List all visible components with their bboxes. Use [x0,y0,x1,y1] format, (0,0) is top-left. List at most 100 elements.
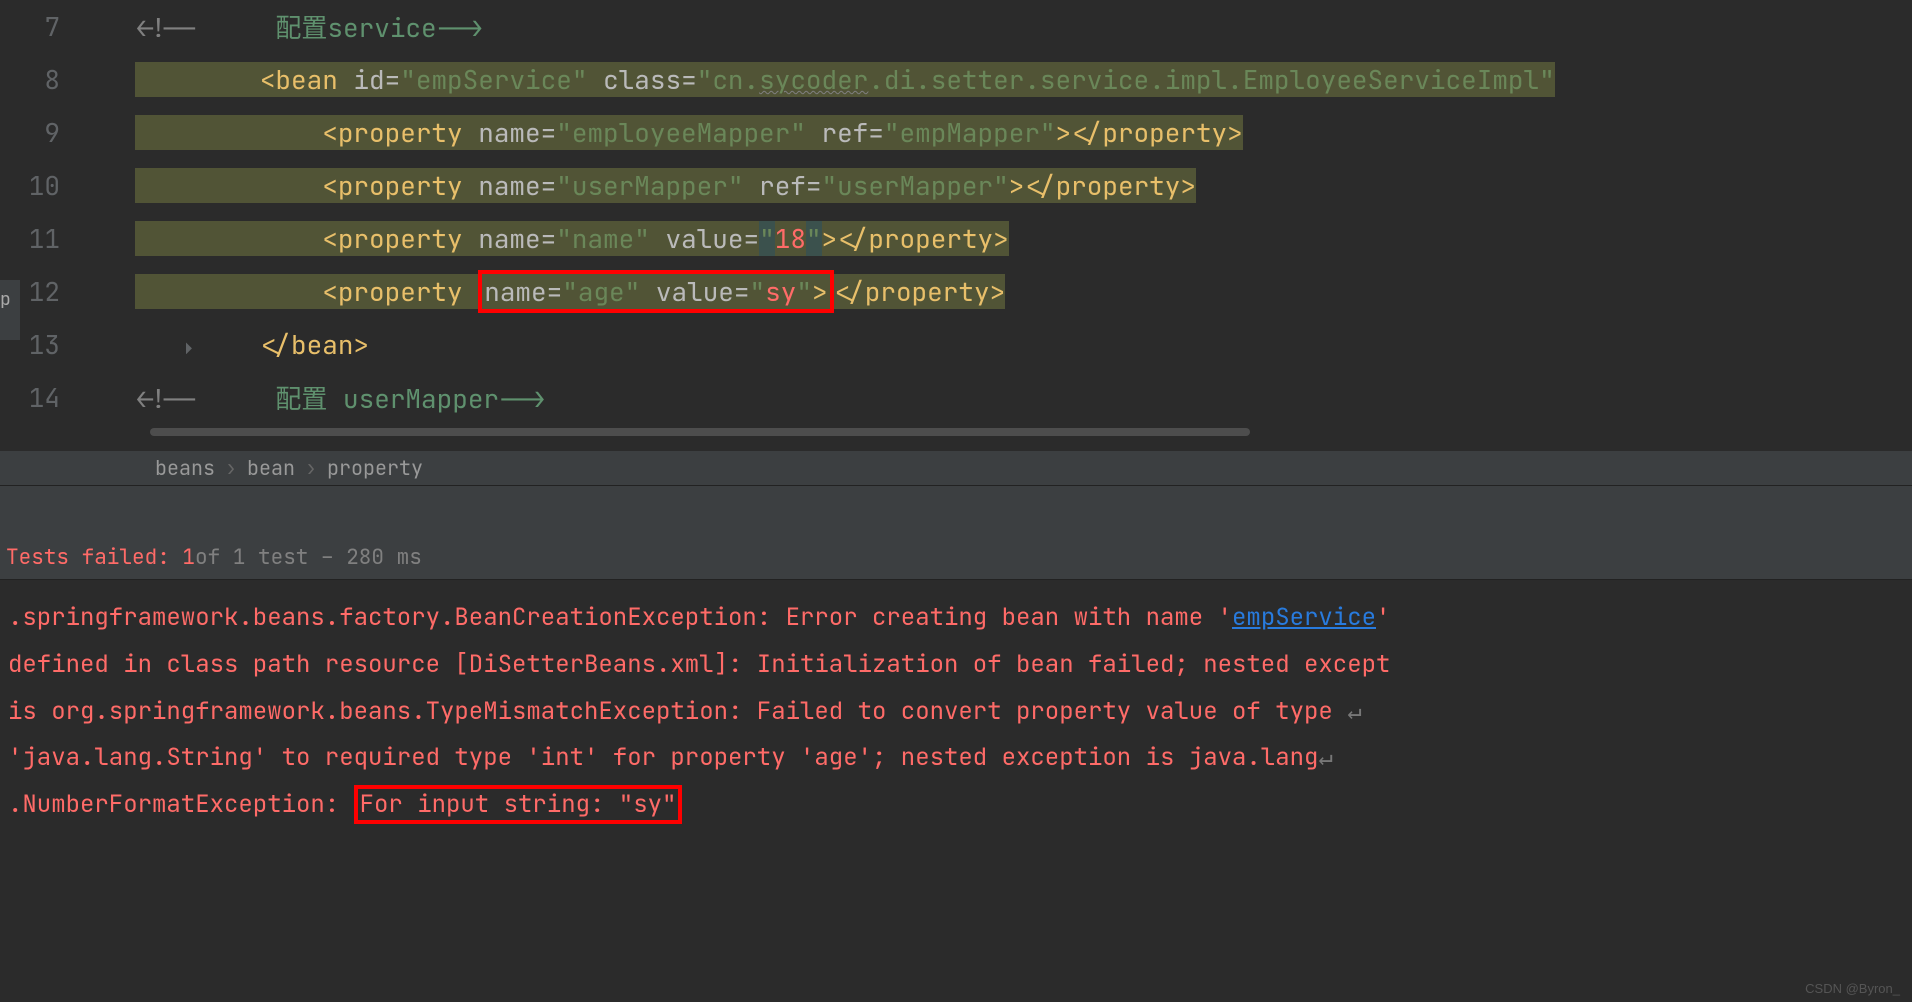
error-text: 'java.lang.String' to required type 'int… [8,742,1318,773]
error-text: .NumberFormatException: [8,789,354,820]
attr-value: userMapper [572,168,728,203]
console-line: .springframework.beans.factory.BeanCreat… [8,595,1904,642]
tag: ></ [1009,168,1056,203]
code-content[interactable]: <property name="name" value="18"></prope… [125,221,1009,256]
tag: > [1180,168,1196,203]
attr-name: name [478,168,540,203]
code-content[interactable]: <property name="age" value="sy"></proper… [125,274,1005,309]
attr-name: ref [821,115,868,150]
equals: = [681,62,697,97]
error-text: is org.springframework.beans.TypeMismatc… [8,696,1347,727]
attr-value-warn: sycoder [759,62,868,97]
line-number: 8 [0,62,85,97]
attr-name: value [665,221,743,256]
attr-name: name [478,221,540,256]
fold-gutter[interactable] [85,292,125,397]
code-line[interactable]: 14 <!-- 配置 userMapper--> [0,371,1912,424]
panel-separator[interactable] [0,485,1912,535]
tag: ></ [1056,115,1103,150]
console-line: .NumberFormatException: For input string… [8,782,1904,829]
fold-gutter[interactable] [85,27,125,132]
scrollbar-thumb[interactable] [150,428,1250,436]
breadcrumb-item[interactable]: bean [247,455,295,481]
quote: " [884,115,900,150]
code-content[interactable]: <property name="employeeMapper" ref="emp… [125,115,1243,150]
attr-name: ref [759,168,806,203]
tag: > [993,221,1009,256]
tag-name: property [1102,115,1227,150]
attr-value: age [578,274,625,309]
tag-name: property [868,221,993,256]
console-output[interactable]: .springframework.beans.factory.BeanCreat… [0,580,1912,844]
quote: " [556,115,572,150]
attr-value-error: 18 [775,221,806,256]
line-number: 14 [0,380,85,415]
attr-value: .di.setter.service.impl.EmployeeServiceI… [868,62,1539,97]
attr-value: userMapper [837,168,993,203]
tag-name: property [338,168,463,203]
tag: < [322,168,338,203]
comment-text: service--> [327,10,483,45]
console-line: 'java.lang.String' to required type 'int… [8,735,1904,782]
code-content[interactable]: <!-- 配置 userMapper--> [125,379,546,416]
xml-comment: <!-- [135,10,275,45]
error-text: Error creating bean with name ' [786,602,1232,633]
tag: > [990,274,1006,309]
equals: = [744,221,760,256]
attr-value: employeeMapper [572,115,790,150]
code-content[interactable]: <property name="userMapper" ref="userMap… [125,168,1196,203]
line-number: 7 [0,9,85,44]
console-line: defined in class path resource [DiSetter… [8,642,1904,689]
indent [135,168,322,203]
attr-value: empService [416,62,572,97]
horizontal-scrollbar[interactable] [0,426,1912,438]
breadcrumb-item[interactable]: property [327,455,423,481]
code-editor[interactable]: 7 <!-- 配置service--> 8 <bean id="empServi… [0,0,1912,450]
quote: " [562,274,578,309]
xml-comment: <!-- [135,381,275,416]
side-tab[interactable]: p [0,280,20,340]
equals: = [547,274,563,309]
code-content[interactable]: <bean id="empService" class="cn.sycoder.… [125,62,1555,97]
quote: " [790,115,806,150]
console-line: is org.springframework.beans.TypeMismatc… [8,689,1904,736]
bean-link[interactable]: empService [1232,602,1376,633]
indent [135,221,322,256]
indent [135,62,260,97]
tag-name: property [338,221,463,256]
equals: = [806,168,822,203]
quote: " [822,168,838,203]
code-line[interactable]: 11 <property name="name" value="18"></pr… [0,212,1912,265]
attr-name: class [587,62,681,97]
tests-failed-label: Tests failed: 1 [6,544,195,571]
breadcrumb-item[interactable]: beans [155,455,215,481]
code-line[interactable]: 10 <property name="userMapper" ref="user… [0,159,1912,212]
attr-name: id [338,62,385,97]
code-line[interactable]: 13 </bean> [0,318,1912,371]
line-number: 11 [0,221,85,256]
code-content[interactable]: <!-- 配置service--> [125,8,483,45]
comment-cn: 配置 [275,381,327,416]
quote: " [400,62,416,97]
code-line[interactable]: 8 <bean id="empService" class="cn.sycode… [0,53,1912,106]
comment-cn: 配置 [275,10,327,45]
quote-hi: " [806,221,822,256]
code-line[interactable]: 7 <!-- 配置service--> [0,0,1912,53]
tag-name: property [1056,168,1181,203]
attr-value: name [572,221,634,256]
tag-name: bean [291,327,353,362]
tag: > [353,327,369,362]
equals: = [541,168,557,203]
tag: </ [260,327,291,362]
code-content[interactable]: </bean> [125,327,369,362]
watermark: CSDN @Byron_ [1805,981,1900,996]
attr-value-error: sy [765,274,796,309]
quote: " [634,221,650,256]
indent [135,115,322,150]
attr-name: name [484,274,546,309]
code-line[interactable]: 9 <property name="employeeMapper" ref="e… [0,106,1912,159]
quote: " [750,274,766,309]
tag: ></ [822,221,869,256]
code-line[interactable]: 12 <property name="age" value="sy"></pro… [0,265,1912,318]
attr-name: name [478,115,540,150]
